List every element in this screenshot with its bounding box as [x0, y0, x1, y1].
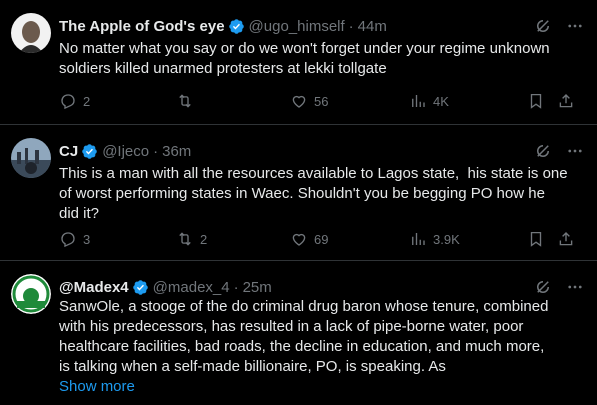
views-button[interactable]: 4K [409, 92, 449, 110]
retweet-icon [176, 230, 194, 248]
separator-dot: · [153, 142, 159, 160]
views-button[interactable]: 3.9K [409, 230, 460, 248]
bookmark-icon [527, 92, 545, 110]
author-handle[interactable]: @madex_4 [153, 279, 230, 296]
tweet[interactable]: @Madex4 @madex_4 · 25m SanwOle, a stooge… [0, 261, 597, 405]
more-icon[interactable] [565, 141, 585, 161]
reply-count: 2 [83, 93, 91, 109]
avatar[interactable] [11, 13, 51, 53]
show-more-link[interactable]: Show more [59, 377, 579, 397]
reply-button[interactable]: 3 [59, 230, 90, 248]
verified-badge-icon [81, 143, 98, 160]
like-button[interactable]: 56 [290, 92, 328, 110]
view-count: 4K [433, 93, 449, 109]
reply-icon [59, 230, 77, 248]
retweet-button[interactable] [176, 92, 194, 110]
share-button[interactable] [557, 92, 575, 110]
more-icon[interactable] [565, 16, 585, 36]
timestamp[interactable]: 36m [162, 143, 191, 160]
retweet-button[interactable]: 2 [176, 230, 207, 248]
avatar[interactable] [11, 138, 51, 178]
separator-dot: · [348, 17, 354, 35]
more-icon[interactable] [565, 277, 585, 297]
author-name[interactable]: The Apple of God's eye [59, 18, 225, 35]
reply-count: 3 [83, 231, 91, 247]
tweet-text: SanwOle, a stooge of the do criminal dru… [59, 298, 549, 375]
views-icon [409, 230, 427, 248]
tweet[interactable]: The Apple of God's eye @ugo_himself · 44… [0, 0, 597, 125]
like-icon [290, 92, 308, 110]
like-icon [290, 230, 308, 248]
tweet-text: This is a man with all the resources ava… [59, 165, 568, 222]
grok-icon[interactable] [533, 16, 553, 36]
author-name[interactable]: CJ [59, 143, 78, 160]
author-handle[interactable]: @Ijeco [102, 143, 149, 160]
share-icon [557, 230, 575, 248]
tweet-text: No matter what you say or do we won't fo… [59, 40, 550, 77]
author-name[interactable]: @Madex4 [59, 279, 129, 296]
avatar[interactable] [11, 274, 51, 314]
verified-badge-icon [228, 18, 245, 35]
grok-icon[interactable] [533, 141, 553, 161]
reply-button[interactable]: 2 [59, 92, 90, 110]
timestamp[interactable]: 25m [243, 279, 272, 296]
bookmark-button[interactable] [527, 92, 545, 110]
tweet-feed: The Apple of God's eye @ugo_himself · 44… [0, 0, 597, 405]
reply-icon [59, 92, 77, 110]
view-count: 3.9K [433, 231, 460, 247]
like-button[interactable]: 69 [290, 230, 328, 248]
like-count: 69 [314, 231, 329, 247]
author-handle[interactable]: @ugo_himself [249, 18, 345, 35]
share-button[interactable] [557, 230, 575, 248]
grok-icon[interactable] [533, 277, 553, 297]
like-count: 56 [314, 93, 329, 109]
retweet-icon [176, 92, 194, 110]
share-icon [557, 92, 575, 110]
bookmark-icon [527, 230, 545, 248]
views-icon [409, 92, 427, 110]
separator-dot: · [233, 278, 239, 296]
timestamp[interactable]: 44m [358, 18, 387, 35]
verified-badge-icon [132, 279, 149, 296]
bookmark-button[interactable] [527, 230, 545, 248]
retweet-count: 2 [200, 231, 208, 247]
tweet[interactable]: CJ @Ijeco · 36m This is a man with all t… [0, 125, 597, 261]
